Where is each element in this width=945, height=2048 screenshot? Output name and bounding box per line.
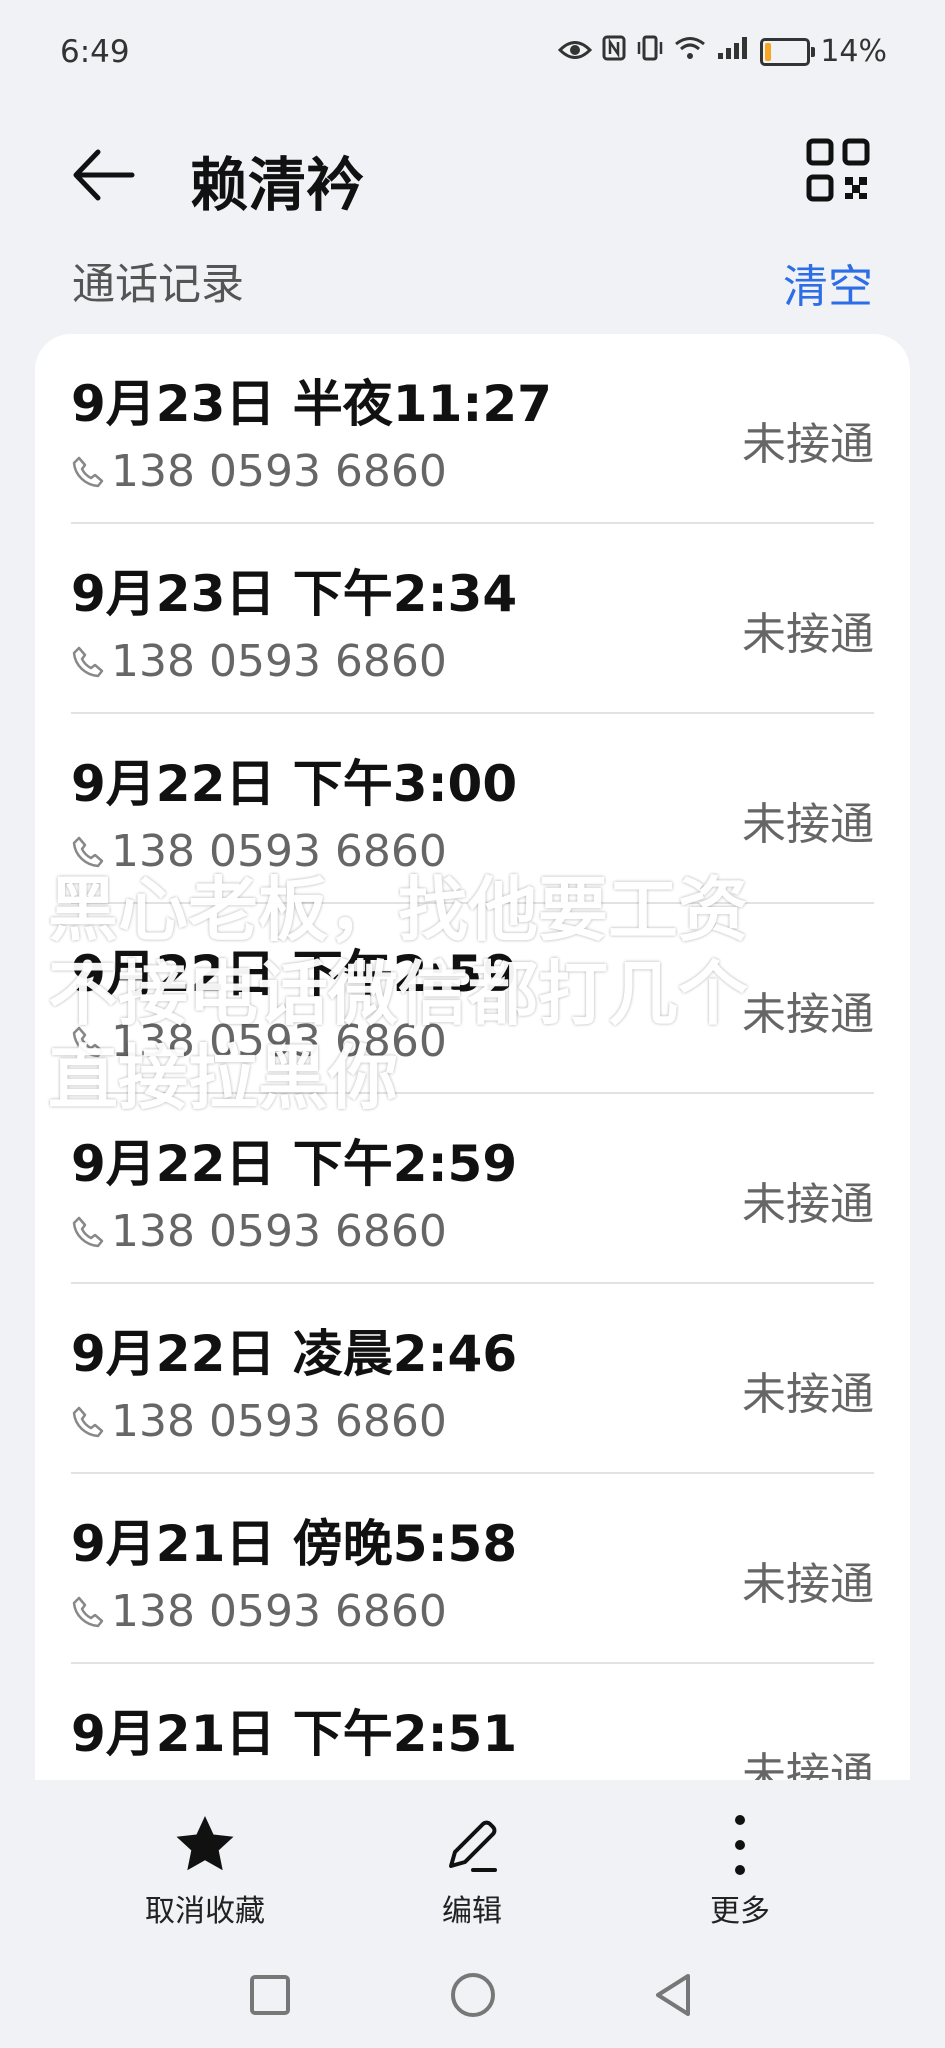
- overlay-caption-line: 直接拉黑你: [48, 1037, 398, 1119]
- status-icons: 14%: [558, 34, 887, 69]
- call-phone: 138 0593 6860: [71, 446, 447, 497]
- call-phone: 138 0593 6860: [71, 1586, 447, 1637]
- more-label: 更多: [710, 1894, 770, 1929]
- phone-icon: [72, 1406, 104, 1437]
- call-status: 未接通: [742, 1369, 874, 1420]
- call-log-section-header: 通话记录 清空: [0, 250, 945, 320]
- unfavorite-button[interactable]: 取消收藏: [105, 1810, 305, 1930]
- call-date: 9月23日 半夜11:27: [71, 375, 552, 433]
- battery-icon: [760, 37, 816, 66]
- more-button[interactable]: 更多: [640, 1810, 840, 1930]
- status-bar: 6:49 14%: [0, 0, 945, 100]
- phone-icon: [72, 1596, 104, 1627]
- call-log-row[interactable]: 9月23日 半夜11:27 138 0593 6860 未接通: [71, 334, 874, 524]
- home-button[interactable]: [446, 1968, 500, 2022]
- contact-header: 赖清衿: [0, 120, 945, 230]
- pencil-icon: [449, 1820, 497, 1872]
- call-date: 9月22日 下午2:59: [71, 1135, 518, 1193]
- call-date: 9月22日 下午3:00: [71, 755, 518, 813]
- back-button[interactable]: [68, 140, 148, 220]
- call-phone-number: 138 0593 6860: [111, 1396, 447, 1447]
- call-phone-number: 138 0593 6860: [111, 1206, 447, 1257]
- clear-button[interactable]: 清空: [783, 250, 873, 315]
- bottom-action-bar: 取消收藏 编辑 更多: [0, 1780, 945, 1930]
- edit-label: 编辑: [442, 1894, 502, 1929]
- circle-icon: [451, 1973, 495, 2017]
- call-log-title: 通话记录: [72, 260, 244, 310]
- qr-code-button[interactable]: [806, 138, 874, 206]
- call-log-row[interactable]: 9月22日 下午2:59 138 0593 6860 未接通: [71, 1094, 874, 1284]
- edit-button[interactable]: 编辑: [372, 1810, 572, 1930]
- battery-level: [765, 42, 772, 61]
- back-arrow-icon: [73, 149, 135, 201]
- vibrate-icon: [636, 34, 664, 69]
- phone-icon: [72, 456, 104, 487]
- star-icon: [176, 1816, 234, 1871]
- call-phone-number: 138 0593 6860: [111, 1586, 447, 1637]
- square-icon: [250, 1975, 290, 2015]
- qr-code-icon: [806, 138, 870, 202]
- overlay-caption-line: 黑心老板，找他要工资: [48, 869, 748, 951]
- status-time: 6:49: [60, 34, 130, 70]
- system-nav-bar: [0, 1940, 945, 2048]
- call-status: 未接通: [742, 1749, 874, 1780]
- call-phone: 138 0593 6860: [71, 636, 447, 687]
- call-phone: 138 0593 6860: [71, 1396, 447, 1447]
- call-date: 9月21日 傍晚5:58: [71, 1515, 518, 1573]
- phone-icon: [72, 1216, 104, 1247]
- call-status: 未接通: [742, 1559, 874, 1610]
- phone-icon: [72, 836, 104, 867]
- overlay-caption: 黑心老板，找他要工资 不接电话微信都打几个 直接拉黑你: [48, 868, 908, 1120]
- call-phone-number: 138 0593 6860: [111, 446, 447, 497]
- call-status: 未接通: [742, 609, 874, 660]
- call-phone-number: 138 0593 6860: [111, 636, 447, 687]
- call-log-row[interactable]: 9月21日 傍晚5:58 138 0593 6860 未接通: [71, 1474, 874, 1664]
- more-vertical-icon: [735, 1815, 745, 1875]
- call-date: 9月23日 下午2:34: [71, 565, 518, 623]
- call-log-row[interactable]: 9月23日 下午2:34 138 0593 6860 未接通: [71, 524, 874, 714]
- triangle-back-icon: [656, 1974, 690, 2016]
- nfc-icon: [602, 34, 626, 69]
- call-status: 未接通: [742, 419, 874, 470]
- call-status: 未接通: [742, 799, 874, 850]
- back-nav-button[interactable]: [646, 1968, 700, 2022]
- recent-apps-button[interactable]: [243, 1968, 297, 2022]
- wifi-icon: [674, 34, 706, 69]
- phone-icon: [72, 646, 104, 677]
- battery-percent: 14%: [820, 34, 887, 69]
- call-date: 9月21日 下午2:51: [71, 1705, 518, 1763]
- call-status: 未接通: [742, 1179, 874, 1230]
- signal-icon: [716, 34, 750, 69]
- call-log-row[interactable]: 9月22日 凌晨2:46 138 0593 6860 未接通: [71, 1284, 874, 1474]
- eye-icon: [558, 34, 593, 69]
- overlay-caption-line: 不接电话微信都打几个: [48, 953, 748, 1035]
- unfavorite-label: 取消收藏: [145, 1894, 265, 1929]
- contact-name: 赖清衿: [190, 151, 365, 219]
- call-date: 9月22日 凌晨2:46: [71, 1325, 518, 1383]
- call-phone: 138 0593 6860: [71, 1206, 447, 1257]
- call-log-row[interactable]: 9月21日 下午2:51 未接通: [71, 1664, 874, 1780]
